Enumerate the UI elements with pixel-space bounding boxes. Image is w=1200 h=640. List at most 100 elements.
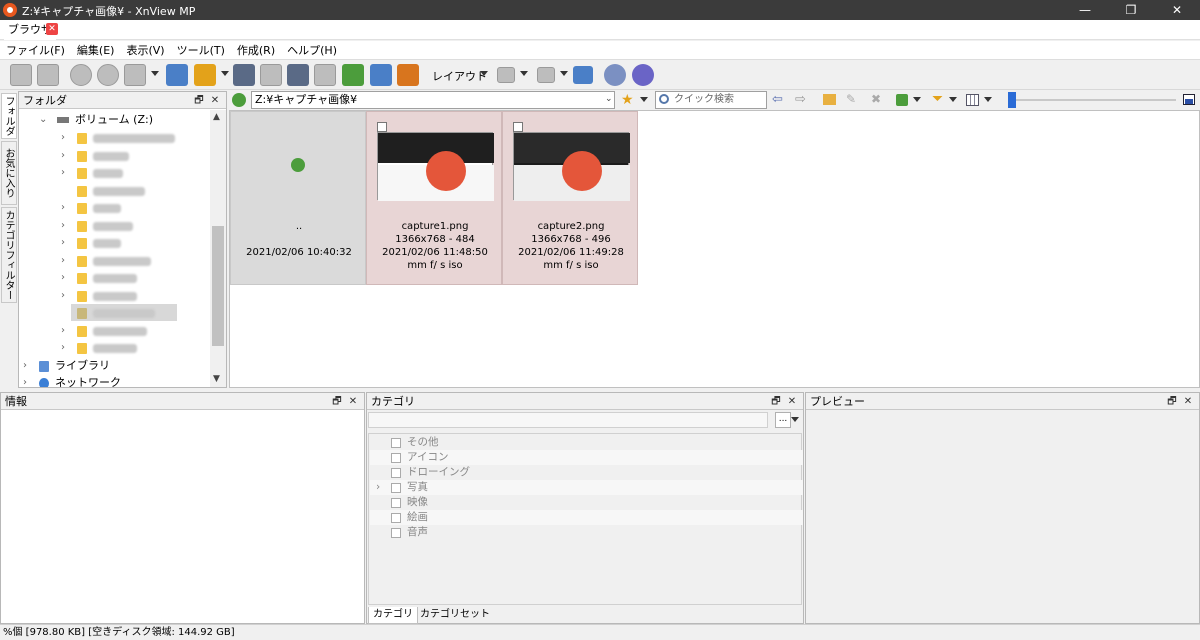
slider-handle[interactable] (1008, 92, 1016, 108)
tree-folder[interactable]: › (61, 164, 123, 181)
fit-view-icon[interactable] (1183, 94, 1195, 105)
scroll-up-icon[interactable]: ▲ (213, 112, 220, 122)
thumbnail-parent-folder[interactable]: .. 2021/02/06 10:40:32 (230, 111, 366, 285)
chevron-down-icon[interactable]: ⌄ (39, 111, 47, 128)
chevron-down-icon[interactable] (560, 71, 568, 76)
side-tab-favorites[interactable]: お気に入り (1, 141, 17, 205)
category-item[interactable]: 映像 (370, 495, 803, 510)
menu-view[interactable]: 表示(V) (120, 41, 170, 60)
tree-folder[interactable]: › (61, 287, 137, 304)
menu-tools[interactable]: ツール(T) (171, 41, 231, 60)
chevron-down-icon[interactable] (984, 97, 992, 102)
category-item[interactable]: 音声 (370, 525, 803, 540)
tree-folder[interactable]: › (61, 129, 175, 146)
chevron-down-icon[interactable] (949, 97, 957, 102)
tree-folder[interactable]: › (61, 217, 133, 234)
view-mode-grid-icon[interactable] (966, 94, 979, 106)
float-panel-icon[interactable]: 🗗 (1165, 393, 1179, 410)
favorite-star-icon[interactable]: ★ (621, 92, 634, 108)
category-item[interactable]: 絵画 (370, 510, 803, 525)
tab-category[interactable]: カテゴリ (368, 607, 418, 624)
close-panel-icon[interactable]: ✕ (208, 92, 222, 109)
print-icon[interactable] (260, 64, 282, 86)
tree-folder[interactable]: › (61, 322, 147, 339)
tree-icon[interactable] (573, 66, 593, 84)
category-checkbox[interactable] (391, 513, 401, 523)
path-input[interactable]: Z:¥キャプチャ画像¥ (251, 91, 615, 109)
category-checkbox[interactable] (391, 438, 401, 448)
layout-button[interactable]: レイアウト (432, 68, 487, 84)
tree-folder[interactable] (61, 182, 145, 199)
tab-close-button[interactable]: ✕ (46, 23, 58, 35)
close-panel-icon[interactable]: ✕ (346, 393, 360, 410)
folder-tree-scrollbar[interactable]: ▲ ▼ (210, 110, 226, 387)
delete-icon[interactable]: ✖ (871, 92, 881, 106)
path-dropdown-chevron-down-icon[interactable]: ⌄ (605, 94, 613, 104)
thumbnail-capture1[interactable]: capture1.png 1366x768 - 484 2021/02/06 1… (366, 111, 502, 285)
quick-search-input[interactable]: クイック検索 (655, 91, 767, 109)
menu-help[interactable]: ヘルプ(H) (281, 41, 343, 60)
thumbnail-checkbox[interactable] (377, 122, 387, 132)
compare-icon[interactable] (497, 67, 515, 83)
capture-icon[interactable] (370, 64, 392, 86)
help-icon[interactable] (632, 64, 654, 86)
convert-icon[interactable] (166, 64, 188, 86)
menu-create[interactable]: 作成(R) (231, 41, 281, 60)
wallpaper-icon[interactable] (397, 64, 419, 86)
scanner-icon[interactable] (287, 64, 309, 86)
float-panel-icon[interactable]: 🗗 (192, 92, 206, 109)
tree-folder[interactable]: › (61, 199, 121, 216)
chevron-right-icon[interactable]: › (376, 480, 380, 495)
go-up-icon[interactable] (232, 93, 246, 107)
transform-icon[interactable] (124, 64, 146, 86)
category-item[interactable]: アイコン (370, 450, 803, 465)
chevron-down-icon[interactable] (913, 97, 921, 102)
binoculars-icon[interactable] (233, 64, 255, 86)
chevron-down-icon[interactable] (221, 71, 229, 76)
category-checkbox[interactable] (391, 528, 401, 538)
tree-folder-selected[interactable] (71, 304, 177, 321)
thumbnail-checkbox[interactable] (513, 122, 523, 132)
tree-network[interactable]: › ネットワーク (23, 374, 121, 387)
rename-icon[interactable]: ✎ (846, 92, 856, 106)
menu-file[interactable]: ファイル(F) (0, 41, 71, 60)
category-input[interactable] (368, 412, 768, 428)
maximize-button[interactable]: ❐ (1108, 0, 1154, 20)
scrollbar-thumb[interactable] (212, 226, 224, 346)
close-panel-icon[interactable]: ✕ (785, 393, 799, 410)
tree-volume[interactable]: ⌄ ボリューム (Z:) (39, 111, 153, 128)
new-folder-icon[interactable] (823, 94, 836, 105)
category-checkbox[interactable] (391, 498, 401, 508)
sort-icon[interactable] (896, 94, 908, 106)
close-window-button[interactable]: ✕ (1154, 0, 1200, 20)
forward-arrow-icon[interactable]: ⇨ (795, 92, 806, 108)
close-panel-icon[interactable]: ✕ (1181, 393, 1195, 410)
category-item[interactable]: その他 (370, 435, 803, 450)
minimize-button[interactable]: — (1062, 0, 1108, 20)
tree-folder[interactable]: › (61, 269, 137, 286)
folder-open-icon[interactable] (194, 64, 216, 86)
chevron-down-icon[interactable] (640, 97, 648, 102)
category-item[interactable]: › 写真 (370, 480, 803, 495)
batch-icon[interactable] (314, 64, 336, 86)
side-tab-folders[interactable]: フォルダ (1, 93, 17, 139)
tree-folder[interactable]: › (61, 339, 137, 356)
category-checkbox[interactable] (391, 468, 401, 478)
slideshow-icon[interactable] (342, 64, 364, 86)
import-icon[interactable] (10, 64, 32, 86)
float-panel-icon[interactable]: 🗗 (330, 393, 344, 410)
thumbnail-size-slider[interactable] (1011, 99, 1176, 101)
settings-gear-icon[interactable] (604, 64, 626, 86)
tree-folder[interactable]: › (61, 147, 129, 164)
back-arrow-icon[interactable]: ⇦ (772, 92, 783, 108)
float-panel-icon[interactable]: 🗗 (769, 393, 783, 410)
category-item[interactable]: ドローイング (370, 465, 803, 480)
side-tab-category-filter[interactable]: カテゴリフィルター (1, 207, 17, 303)
category-more-button[interactable]: ... (775, 412, 791, 428)
tree-folder[interactable]: › (61, 234, 121, 251)
category-checkbox[interactable] (391, 483, 401, 493)
filter-funnel-icon[interactable]: ⏷ (932, 91, 943, 107)
tree-folder[interactable]: › (61, 252, 151, 269)
thumbnail-capture2[interactable]: capture2.png 1366x768 - 496 2021/02/06 1… (502, 111, 638, 285)
category-checkbox[interactable] (391, 453, 401, 463)
